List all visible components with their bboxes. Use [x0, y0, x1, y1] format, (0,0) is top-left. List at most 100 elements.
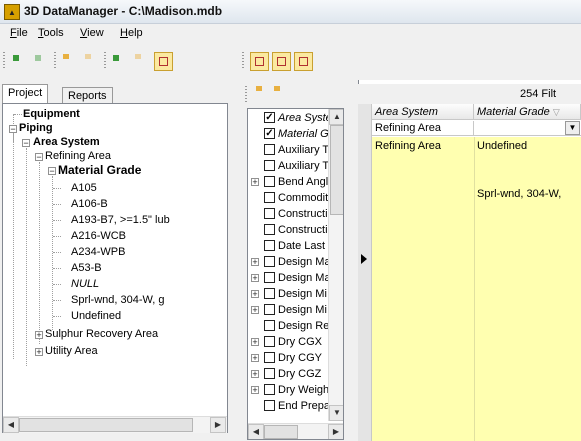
tree-leaf-a106b[interactable]: A106-B — [71, 197, 108, 211]
expand-tree-icon[interactable] — [10, 52, 29, 71]
scroll-left-icon[interactable]: ◀ — [3, 417, 19, 433]
project-tree[interactable]: Equipment − Piping − Area System − Refin… — [2, 103, 228, 433]
view-layout-3-icon[interactable] — [294, 52, 313, 71]
field-checkbox[interactable] — [264, 224, 275, 235]
copy-item-icon[interactable] — [132, 52, 151, 71]
field-checkbox[interactable] — [264, 320, 275, 331]
menu-tools[interactable]: Tools — [38, 27, 64, 39]
tree-node-material-grade[interactable]: Material Grade — [58, 163, 141, 177]
expand-icon[interactable]: + — [251, 258, 259, 267]
view-layout-1-icon[interactable] — [250, 52, 269, 71]
collapse-icon[interactable]: − — [22, 139, 30, 148]
field-checkbox[interactable] — [264, 400, 275, 411]
field-label[interactable]: Area Syste — [278, 111, 332, 125]
scroll-thumb[interactable] — [264, 425, 298, 439]
tree-leaf-a193b7[interactable]: A193-B7, >=1.5" lub — [71, 213, 170, 227]
field-checkbox[interactable] — [264, 144, 275, 155]
field-checkbox[interactable] — [264, 352, 275, 363]
tree-node-refining-area[interactable]: Refining Area — [45, 149, 111, 163]
field-checkbox[interactable] — [264, 384, 275, 395]
field-label[interactable]: Date Last — [278, 239, 325, 253]
grid-cell-grade[interactable]: Undefined — [474, 139, 581, 153]
expand-icon[interactable]: + — [251, 306, 259, 315]
menu-file[interactable]: File — [10, 27, 28, 39]
field-label[interactable]: Material G — [278, 127, 329, 141]
filter-dropdown-icon[interactable]: ▼ — [565, 121, 580, 135]
collapse-icon[interactable]: − — [35, 153, 43, 162]
expand-icon[interactable]: + — [35, 331, 43, 340]
field-checkbox[interactable] — [264, 160, 275, 171]
tree-node-piping[interactable]: Piping — [19, 121, 53, 135]
tree-leaf-a53b[interactable]: A53-B — [71, 261, 102, 275]
expand-icon[interactable]: + — [251, 370, 259, 379]
collapse-tree-icon[interactable] — [32, 52, 51, 71]
field-label[interactable]: Dry CGY — [278, 351, 322, 365]
field-label[interactable]: Auxiliary T — [278, 143, 329, 157]
field-label[interactable]: Constructio — [278, 207, 334, 221]
expand-icon[interactable]: + — [251, 354, 259, 363]
field-list[interactable]: ✓ Area Syste ✓ Material G Auxiliary T Auxilia… — [247, 108, 344, 440]
tree-horizontal-scrollbar[interactable]: ◀ ▶ — [3, 416, 227, 433]
column-header-material-grade[interactable]: Material Grade ▽ — [474, 104, 581, 120]
field-checkbox[interactable] — [264, 192, 275, 203]
collapse-icon[interactable]: − — [9, 125, 17, 134]
new-folder-icon[interactable] — [60, 52, 79, 71]
field-checkbox[interactable]: ✓ — [264, 112, 275, 123]
field-label[interactable]: Design Mi — [278, 287, 327, 301]
field-label[interactable]: Constructio — [278, 223, 334, 237]
grid-cell-grade[interactable]: Sprl-wnd, 304-W, — [474, 187, 581, 201]
export-icon[interactable] — [154, 52, 173, 71]
sort-asc-icon[interactable] — [253, 84, 272, 103]
field-checkbox[interactable] — [264, 208, 275, 219]
tree-leaf-sprl-wnd[interactable]: Sprl-wnd, 304-W, g — [71, 293, 165, 307]
tree-leaf-a105[interactable]: A105 — [71, 181, 97, 195]
field-list-horizontal-scrollbar[interactable]: ◀ ▶ — [248, 423, 343, 439]
expand-icon[interactable]: + — [251, 338, 259, 347]
scroll-thumb[interactable] — [19, 418, 193, 432]
field-label[interactable]: Bend Angl — [278, 175, 328, 189]
sort-desc-icon[interactable] — [271, 84, 290, 103]
scroll-left-icon[interactable]: ◀ — [248, 424, 264, 439]
menu-help[interactable]: Help — [120, 27, 143, 39]
field-checkbox[interactable] — [264, 256, 275, 267]
expand-icon[interactable]: + — [35, 348, 43, 357]
field-label[interactable]: Auxiliary T — [278, 159, 329, 173]
add-item-icon[interactable] — [110, 52, 129, 71]
field-checkbox[interactable] — [264, 288, 275, 299]
menu-view[interactable]: View — [80, 27, 104, 39]
field-label[interactable]: Design Mi — [278, 303, 327, 317]
expand-icon[interactable]: + — [251, 386, 259, 395]
field-checkbox[interactable] — [264, 304, 275, 315]
field-checkbox[interactable] — [264, 176, 275, 187]
field-checkbox[interactable]: ✓ — [264, 128, 275, 139]
field-label[interactable]: Dry CGZ — [278, 367, 321, 381]
scroll-right-icon[interactable]: ▶ — [210, 417, 226, 433]
scroll-up-icon[interactable]: ▲ — [329, 109, 343, 125]
tree-node-equipment[interactable]: Equipment — [23, 107, 80, 121]
column-header-area-system[interactable]: Area System — [372, 104, 474, 120]
scroll-right-icon[interactable]: ▶ — [328, 424, 343, 439]
view-layout-2-icon[interactable] — [272, 52, 291, 71]
field-checkbox[interactable] — [264, 272, 275, 283]
expand-icon[interactable]: + — [251, 290, 259, 299]
field-label[interactable]: Dry CGX — [278, 335, 322, 349]
field-list-vertical-scrollbar[interactable]: ▲ ▼ — [328, 109, 343, 421]
scroll-down-icon[interactable]: ▼ — [329, 405, 343, 421]
tree-leaf-a234wpb[interactable]: A234-WPB — [71, 245, 125, 259]
field-checkbox[interactable] — [264, 336, 275, 347]
field-label[interactable]: Dry Weigh — [278, 383, 329, 397]
field-checkbox[interactable] — [264, 368, 275, 379]
scroll-thumb[interactable] — [330, 125, 343, 215]
field-label[interactable]: End Prepa — [278, 399, 330, 413]
tree-node-sulphur-recovery[interactable]: Sulphur Recovery Area — [45, 327, 158, 341]
tree-node-area-system[interactable]: Area System — [33, 135, 100, 149]
tree-leaf-a216wcb[interactable]: A216-WCB — [71, 229, 126, 243]
field-checkbox[interactable] — [264, 240, 275, 251]
collapse-icon[interactable]: − — [48, 167, 56, 176]
filter-cell-area-system[interactable]: Refining Area — [372, 121, 474, 135]
expand-icon[interactable]: + — [251, 274, 259, 283]
field-label[interactable]: Design Ma — [278, 271, 331, 285]
tree-node-utility-area[interactable]: Utility Area — [45, 344, 98, 358]
field-label[interactable]: Design Ma — [278, 255, 331, 269]
folder-grey-icon[interactable] — [82, 52, 101, 71]
